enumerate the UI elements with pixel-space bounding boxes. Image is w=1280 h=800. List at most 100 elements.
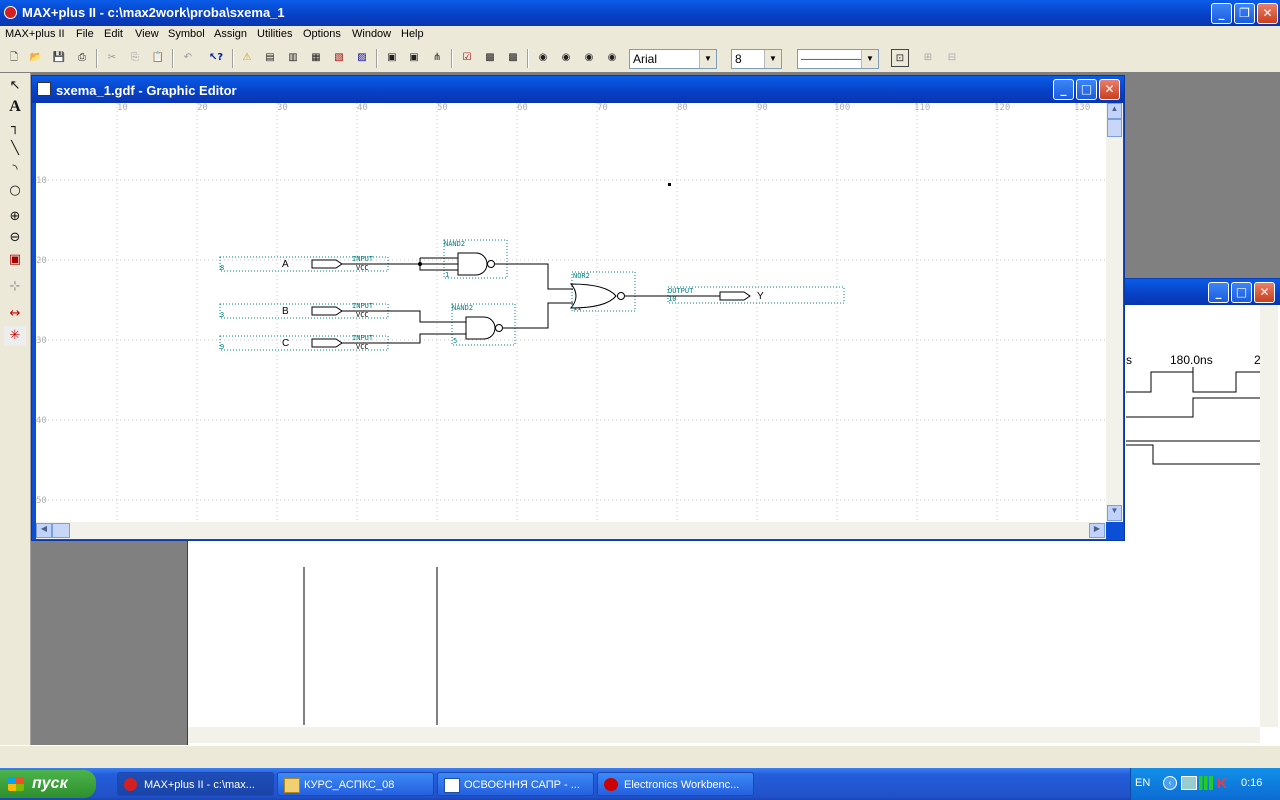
snap-to-grid-icon[interactable]: ⊡	[891, 49, 909, 67]
input-pin-c[interactable]	[311, 338, 343, 348]
input-pin-a[interactable]	[311, 259, 343, 269]
open-design-file-icon[interactable]: ▤	[261, 49, 279, 67]
nand2-gate[interactable]	[465, 316, 496, 340]
find-node-icon[interactable]: ◉	[534, 49, 552, 67]
copy-icon[interactable]: ⎘	[126, 49, 144, 67]
close-button[interactable]: ✕	[1099, 79, 1120, 100]
graphic-editor-title-bar[interactable]: sxema_1.gdf - Graphic Editor _ □ ✕	[32, 76, 1124, 103]
find-node-next-icon[interactable]: ◉	[580, 49, 598, 67]
taskbar-item-ewb[interactable]: Electronics Workbenc...	[597, 772, 754, 796]
selection-arrow-icon[interactable]: ↖	[4, 76, 26, 96]
menu-help[interactable]: Help	[401, 28, 424, 40]
fit-in-window-icon[interactable]: ▣	[4, 250, 26, 270]
save-icon[interactable]: 💾	[50, 49, 68, 67]
scroll-thumb[interactable]	[52, 523, 70, 538]
nand2-gate[interactable]	[457, 252, 488, 276]
main-title-bar[interactable]: MAX+plus II - c:\max2work\proba\sxema_1 …	[0, 0, 1280, 26]
chevron-down-icon[interactable]: ▼	[699, 50, 716, 68]
close-button[interactable]: ✕	[1254, 282, 1275, 303]
font-size-select[interactable]: 8 ▼	[731, 49, 782, 69]
graphic-editor-window[interactable]: sxema_1.gdf - Graphic Editor _ □ ✕ 10 20…	[31, 75, 1125, 541]
signal-strength-icon[interactable]	[1199, 776, 1213, 790]
text-tool-icon[interactable]: A	[4, 97, 26, 117]
zoom-out-icon[interactable]: ⊖	[4, 228, 26, 248]
waveform-horizontal-scrollbar[interactable]	[188, 727, 1260, 743]
orthogonal-line-icon[interactable]: ┐	[4, 118, 26, 138]
waveform-vertical-scrollbar[interactable]	[1260, 305, 1278, 727]
menu-symbol[interactable]: Symbol	[168, 28, 205, 40]
maximize-button[interactable]: □	[1231, 282, 1252, 303]
arc-tool-icon[interactable]: ◝	[4, 160, 26, 180]
scroll-right-icon[interactable]: ▶	[1089, 523, 1105, 538]
project-save-check-icon[interactable]: ▣	[405, 49, 423, 67]
scroll-up-icon[interactable]: ▲	[1107, 103, 1122, 119]
editor-horizontal-scrollbar[interactable]: ◀ ▶	[36, 522, 1106, 539]
menu-assign[interactable]: Assign	[214, 28, 247, 40]
taskbar-item-maxplus[interactable]: MAX+plus II - c:\max...	[117, 772, 274, 796]
open-folder-icon[interactable]: 📂	[27, 49, 45, 67]
floorplan-editor-icon[interactable]: ▨	[353, 49, 371, 67]
cross-connect-icon[interactable]: ✳	[4, 326, 26, 346]
menu-window[interactable]: Window	[352, 28, 391, 40]
rubberbanding-icon[interactable]: ⊹	[4, 277, 26, 297]
hierarchy-display-icon[interactable]: ⋔	[428, 49, 446, 67]
network-icon[interactable]	[1181, 776, 1197, 790]
simulate-icon[interactable]: ▩	[481, 49, 499, 67]
text-editor-icon[interactable]: ▧	[330, 49, 348, 67]
align-icon[interactable]: ⊞	[919, 49, 937, 67]
menu-file[interactable]: File	[76, 28, 94, 40]
menu-maxplus[interactable]: MAX+plus II	[5, 28, 65, 40]
menu-options[interactable]: Options	[303, 28, 341, 40]
new-file-icon[interactable]: 🗋	[5, 49, 23, 67]
menu-utilities[interactable]: Utilities	[257, 28, 292, 40]
start-button[interactable]: пуск	[0, 770, 96, 798]
chevron-down-icon[interactable]: ▼	[764, 50, 781, 68]
show-hidden-icons-icon[interactable]: ‹	[1163, 776, 1177, 790]
scroll-down-icon[interactable]: ▼	[1107, 505, 1122, 521]
nor2-gate[interactable]	[569, 283, 617, 309]
editor-vertical-scrollbar[interactable]: ▲ ▼	[1106, 103, 1123, 522]
diagonal-line-icon[interactable]: ╲	[4, 139, 26, 159]
taskbar-item-folder[interactable]: КУРС_АСПКС_08	[277, 772, 434, 796]
compile-icon[interactable]: ☑	[458, 49, 476, 67]
zoom-in-icon[interactable]: ⊕	[4, 207, 26, 227]
project-set-icon[interactable]: ▣	[383, 49, 401, 67]
taskbar-item-word[interactable]: ОСВОЄННЯ САПР - ...	[437, 772, 594, 796]
find-clique-icon[interactable]: ◉	[603, 49, 621, 67]
toolbar-separator	[451, 49, 453, 68]
line-style-select[interactable]: ────────── ▼	[797, 49, 879, 69]
menu-edit[interactable]: Edit	[104, 28, 123, 40]
font-name-select[interactable]: Arial ▼	[629, 49, 717, 69]
minimize-button[interactable]: _	[1211, 3, 1232, 24]
paste-icon[interactable]: 📋	[149, 49, 167, 67]
chevron-down-icon[interactable]: ▼	[861, 50, 878, 68]
timing-analyze-icon[interactable]: ▩	[504, 49, 522, 67]
main-window-title: MAX+plus II - c:\max2work\proba\sxema_1	[22, 5, 285, 20]
help-pointer-icon[interactable]: ↖?	[207, 49, 225, 67]
schematic-canvas[interactable]: 10 20 30 40 50 60 70 80 90 100 110 120 1…	[36, 103, 1106, 522]
ruler-label: 40	[357, 103, 368, 113]
print-icon[interactable]: ⎙	[73, 49, 91, 67]
scroll-thumb[interactable]	[1107, 119, 1122, 137]
minimize-button[interactable]: _	[1208, 282, 1229, 303]
symbol-editor-icon[interactable]: ▦	[307, 49, 325, 67]
align-right-icon[interactable]: ⊟	[943, 49, 961, 67]
scroll-left-icon[interactable]: ◀	[36, 523, 52, 538]
nand-bubble	[495, 324, 503, 332]
minimize-button[interactable]: _	[1053, 79, 1074, 100]
input-pin-b[interactable]	[311, 306, 343, 316]
output-pin-y[interactable]	[719, 291, 751, 301]
cut-icon[interactable]: ✂	[103, 49, 121, 67]
language-indicator[interactable]: EN	[1135, 777, 1150, 789]
connect-wires-icon[interactable]: ↔	[4, 304, 26, 324]
close-button[interactable]: ✕	[1257, 3, 1278, 24]
menu-view[interactable]: View	[135, 28, 159, 40]
antivirus-icon[interactable]: K	[1217, 775, 1227, 791]
circle-tool-icon[interactable]: ○	[4, 181, 26, 201]
undo-icon[interactable]: ↶	[179, 49, 197, 67]
maximize-button[interactable]: □	[1076, 79, 1097, 100]
hierarchy-warning-icon[interactable]: ⚠	[238, 49, 256, 67]
restore-button[interactable]: ❐	[1234, 3, 1255, 24]
waveform-editor-icon[interactable]: ▥	[284, 49, 302, 67]
find-node-prev-icon[interactable]: ◉	[557, 49, 575, 67]
